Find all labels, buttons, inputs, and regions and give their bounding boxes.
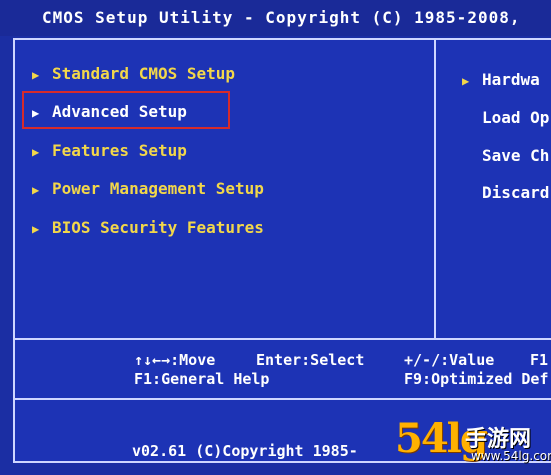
help-f1: F1 xyxy=(530,351,549,369)
menu-item-label: Standard CMOS Setup xyxy=(52,64,236,83)
window-title: CMOS Setup Utility - Copyright (C) 1985-… xyxy=(0,0,551,36)
help-divider-bottom xyxy=(15,398,551,400)
help-select: Enter:Select xyxy=(256,351,365,369)
arrow-right-icon: ▶ xyxy=(32,222,40,236)
menu-item-power-management-setup[interactable]: ▶ Power Management Setup xyxy=(32,177,264,201)
help-move: ↑↓←→:Move xyxy=(134,351,216,369)
bios-version: v02.61 (C)Copyright 1985- xyxy=(132,442,358,460)
menu-item-standard-cmos-setup[interactable]: ▶ Standard CMOS Setup xyxy=(32,62,235,86)
menu-item-label: BIOS Security Features xyxy=(52,218,264,237)
menu-item-label: Hardwa xyxy=(482,70,540,89)
selection-highlight xyxy=(22,91,230,129)
arrow-right-icon: ▶ xyxy=(32,145,40,159)
vertical-divider xyxy=(434,40,436,338)
help-optimized-defaults: F9:Optimized Def xyxy=(404,370,549,388)
menu-item-label: Load Op xyxy=(482,108,550,127)
bios-screen: CMOS Setup Utility - Copyright (C) 1985-… xyxy=(0,0,551,475)
menu-item-label: Discard xyxy=(482,183,550,202)
menu-item-label: Save Ch xyxy=(482,146,550,165)
arrow-right-icon: ▶ xyxy=(32,183,40,197)
arrow-right-icon: ▶ xyxy=(32,68,40,82)
help-value: +/-/:Value xyxy=(404,351,495,369)
menu-item-load-optimized[interactable]: Load Op xyxy=(482,108,549,127)
help-general: F1:General Help xyxy=(134,370,270,388)
menu-item-bios-security-features[interactable]: ▶ BIOS Security Features xyxy=(32,216,264,240)
menu-item-hardware[interactable]: ▶ Hardwa xyxy=(462,70,540,89)
menu-item-label: Features Setup xyxy=(52,141,187,160)
menu-item-features-setup[interactable]: ▶ Features Setup xyxy=(32,139,187,163)
help-divider-top xyxy=(15,338,551,340)
menu-item-label: Power Management Setup xyxy=(52,179,264,198)
arrow-right-icon: ▶ xyxy=(462,74,470,88)
menu-item-save-changes[interactable]: Save Ch xyxy=(482,146,549,165)
menu-item-discard[interactable]: Discard xyxy=(482,183,549,202)
